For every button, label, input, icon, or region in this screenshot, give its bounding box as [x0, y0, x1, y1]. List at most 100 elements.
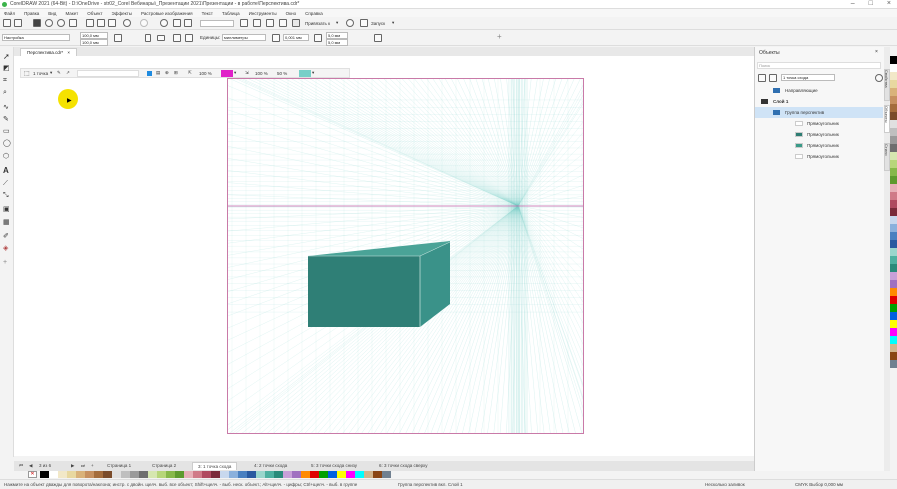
page-tab-active[interactable]: 3: 1 точка схода: [192, 462, 238, 470]
ellipse-tool-icon[interactable]: ◯: [3, 139, 11, 147]
palette-swatch[interactable]: [890, 128, 897, 136]
cloud-download-icon[interactable]: [57, 19, 65, 27]
palette-swatch[interactable]: [193, 471, 202, 478]
palette-swatch[interactable]: [292, 471, 301, 478]
line-color-2-swatch[interactable]: [299, 70, 311, 77]
vanishing-point-icon[interactable]: ⊕: [165, 70, 169, 76]
palette-swatch[interactable]: [890, 304, 897, 312]
search-icon[interactable]: [160, 19, 168, 27]
chevron-down-icon[interactable]: ▾: [336, 20, 338, 26]
menu-window[interactable]: Окно: [286, 11, 296, 16]
objects-tree-row[interactable]: Прямоугольник: [755, 118, 883, 129]
perspective-mode-icon[interactable]: ⬚: [24, 70, 30, 77]
palette-swatch[interactable]: [76, 471, 85, 478]
page-height-field[interactable]: 100,0 мм: [80, 39, 108, 46]
palette-swatch[interactable]: [890, 248, 897, 256]
palette-swatch[interactable]: [265, 471, 274, 478]
chevron-down-icon[interactable]: ▾: [312, 70, 314, 76]
palette-swatch[interactable]: [112, 471, 121, 478]
export-icon[interactable]: [184, 19, 192, 27]
pick-tool-icon[interactable]: ➚: [3, 52, 11, 61]
palette-swatch[interactable]: [85, 471, 94, 478]
rulers-icon[interactable]: [253, 19, 261, 27]
menu-effects[interactable]: Эффекты: [112, 11, 132, 16]
palette-swatch[interactable]: [890, 232, 897, 240]
palette-swatch[interactable]: [890, 72, 897, 80]
palette-swatch[interactable]: [890, 256, 897, 264]
current-page-icon[interactable]: [185, 34, 193, 42]
parallel-dimension-tool-icon[interactable]: ⟋: [3, 180, 11, 188]
add-icon[interactable]: +: [497, 32, 502, 41]
page-tab[interactable]: Страница 2: [147, 462, 181, 470]
objects-tree-row[interactable]: Направляющие: [755, 85, 883, 96]
objects-tree-row[interactable]: Прямоугольник: [755, 129, 883, 140]
line-color-1-swatch[interactable]: [221, 70, 233, 77]
palette-swatch[interactable]: [301, 471, 310, 478]
page-preset-dropdown[interactable]: Настройка: [2, 34, 70, 41]
palette-swatch[interactable]: [890, 344, 897, 352]
palette-swatch[interactable]: [890, 240, 897, 248]
no-color-swatch[interactable]: ✕: [28, 471, 37, 478]
palette-swatch[interactable]: [890, 176, 897, 184]
page-tab[interactable]: 4: 2 точки схода: [249, 462, 292, 470]
palette-swatch[interactable]: [890, 200, 897, 208]
palette-swatch[interactable]: [890, 320, 897, 328]
close-tab-icon[interactable]: ×: [67, 50, 70, 55]
menu-text[interactable]: Текст: [202, 11, 213, 16]
palette-swatch[interactable]: [890, 216, 897, 224]
palette-swatch[interactable]: [229, 471, 238, 478]
palette-swatch[interactable]: [890, 160, 897, 168]
palette-swatch[interactable]: [890, 184, 897, 192]
portrait-icon[interactable]: [145, 34, 151, 42]
palette-swatch[interactable]: [310, 471, 319, 478]
palette-swatch[interactable]: [890, 64, 897, 72]
grid-preset-field[interactable]: [77, 70, 139, 77]
palette-swatch[interactable]: [890, 208, 897, 216]
zoom-tool-icon[interactable]: ⌕: [3, 89, 11, 97]
palette-swatch[interactable]: [890, 152, 897, 160]
palette-swatch[interactable]: [202, 471, 211, 478]
perspective-mode-label[interactable]: 1 точка: [33, 71, 48, 76]
close-button[interactable]: ×: [887, 0, 891, 7]
document-tab[interactable]: Перспектива.cdr* ×: [20, 48, 78, 56]
objects-tree-row[interactable]: Группа перспектив: [755, 107, 883, 118]
palette-swatch[interactable]: [890, 280, 897, 288]
units-dropdown[interactable]: миллиметры: [222, 34, 266, 41]
palette-swatch[interactable]: [890, 328, 897, 336]
objects-tree-row[interactable]: Прямоугольник: [755, 151, 883, 162]
grid-blue-swatch[interactable]: [147, 71, 152, 76]
menu-layout[interactable]: Макет: [65, 11, 78, 16]
chevron-down-icon[interactable]: ▾: [50, 70, 52, 76]
palette-swatch[interactable]: [67, 471, 76, 478]
palette-swatch[interactable]: [247, 471, 256, 478]
palette-swatch[interactable]: [166, 471, 175, 478]
snap-grid-icon[interactable]: ⊞: [174, 70, 178, 76]
page-width-field[interactable]: 100,0 мм: [80, 32, 108, 39]
palette-swatch[interactable]: [890, 88, 897, 96]
grid-lines-icon[interactable]: ⇲: [245, 70, 249, 76]
palette-swatch[interactable]: [283, 471, 292, 478]
palette-swatch[interactable]: [373, 471, 382, 478]
page-tab[interactable]: 6: 3 точки схода сверху: [374, 462, 433, 470]
freehand-tool-icon[interactable]: ∿: [3, 103, 11, 111]
pen-icon[interactable]: ✎: [57, 70, 61, 76]
copy-icon[interactable]: [97, 19, 105, 27]
palette-swatch[interactable]: [49, 471, 58, 478]
rectangle-tool-icon[interactable]: ▭: [3, 127, 11, 135]
menu-bitmaps[interactable]: Растровые изображения: [141, 11, 193, 16]
palette-swatch[interactable]: [319, 471, 328, 478]
view-options-icon[interactable]: [769, 74, 777, 82]
import-icon[interactable]: [173, 19, 181, 27]
palette-swatch[interactable]: [890, 296, 897, 304]
palette-swatch[interactable]: [890, 192, 897, 200]
palette-swatch[interactable]: [274, 471, 283, 478]
palette-swatch[interactable]: [890, 144, 897, 152]
page-size-icon[interactable]: [114, 34, 122, 42]
transparency-tool-icon[interactable]: ▦: [3, 218, 11, 226]
guidelines-icon[interactable]: [279, 19, 287, 27]
layer-manager-icon[interactable]: [758, 74, 766, 82]
palette-swatch[interactable]: [890, 56, 897, 64]
menu-view[interactable]: Вид: [48, 11, 56, 16]
opacity-3-value[interactable]: 50 %: [277, 71, 287, 76]
palette-swatch[interactable]: [103, 471, 112, 478]
